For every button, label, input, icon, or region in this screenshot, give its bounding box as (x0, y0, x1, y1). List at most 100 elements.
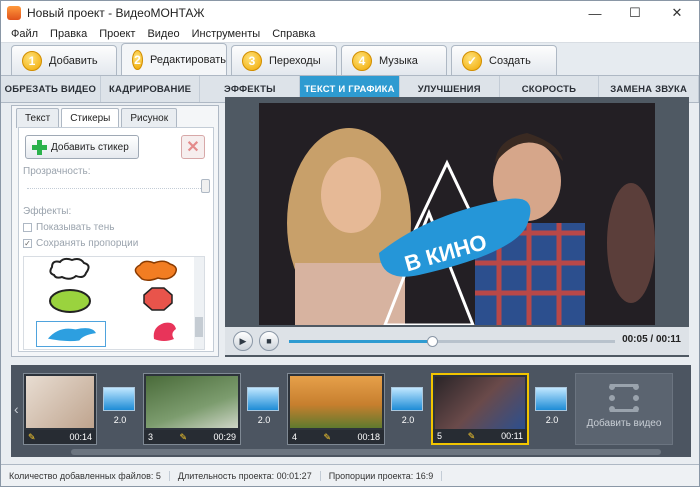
menu-edit[interactable]: Правка (50, 28, 87, 40)
step-number-badge: 4 (352, 50, 372, 71)
menu-bar: Файл Правка Проект Видео Инструменты Спр… (1, 25, 699, 43)
play-icon: ▶ (239, 335, 247, 346)
pencil-icon[interactable]: ✎ (28, 432, 36, 443)
add-video-label: Добавить видео (586, 418, 662, 429)
seek-bar-progress (289, 340, 433, 343)
effects-label: Эффекты: (23, 206, 72, 217)
preview-frame: В КИНО (259, 103, 655, 325)
clip-thumbnail (26, 376, 94, 428)
clip-4[interactable]: 4 ✎ 00:18 (287, 373, 385, 445)
seek-bar[interactable] (289, 336, 615, 347)
sticker-gallery (23, 256, 205, 350)
clip-duration: 00:29 (213, 432, 236, 442)
scroll-left-icon[interactable]: ‹ (14, 401, 19, 417)
transition-3[interactable]: 2.0 (391, 387, 425, 431)
transparency-slider-thumb[interactable] (201, 179, 210, 193)
step-edit[interactable]: 2 Редактировать (121, 43, 227, 75)
keep-proportions-checkbox[interactable]: ✓ Сохранять пропорции (23, 238, 138, 249)
status-bar: Количество добавленных файлов: 5 Длитель… (1, 464, 699, 486)
transition-4[interactable]: 2.0 (535, 387, 569, 431)
playback-controls: ▶ ■ 00:05 / 00:11 (225, 327, 689, 355)
clip-1[interactable]: ✎ 00:14 (23, 373, 97, 445)
transition-thumbnail (103, 387, 135, 411)
add-sticker-button[interactable]: Добавить стикер (25, 135, 139, 159)
checkbox-box (23, 223, 32, 232)
clip-number: 4 (292, 432, 298, 442)
step-music[interactable]: 4 Музыка (341, 45, 447, 75)
show-shadow-label: Показывать тень (36, 222, 115, 233)
clip-5-selected[interactable]: 5 ✎ 00:11 (431, 373, 529, 445)
menu-file[interactable]: Файл (11, 28, 38, 40)
clip-footer: ✎ 00:14 (24, 430, 96, 444)
pencil-icon[interactable]: ✎ (179, 432, 187, 443)
step-transitions[interactable]: 3 Переходы (231, 45, 337, 75)
timeline-scrollbar[interactable] (71, 449, 661, 455)
delete-sticker-button[interactable]: ✕ (181, 135, 205, 159)
sticker-cloud-white[interactable] (46, 257, 94, 281)
transition-duration: 2.0 (113, 415, 127, 425)
sticker-octagon-red[interactable] (134, 287, 182, 311)
transition-duration: 2.0 (257, 415, 271, 425)
pencil-icon[interactable]: ✎ (323, 432, 331, 443)
checkmark-icon: ✓ (23, 239, 32, 248)
tab-text[interactable]: Текст (16, 108, 60, 128)
clip-duration: 00:18 (357, 432, 380, 442)
gallery-scrollbar[interactable] (194, 257, 204, 349)
sticker-options: Добавить стикер ✕ Прозрачность: Эффекты:… (18, 127, 214, 352)
menu-help[interactable]: Справка (272, 28, 315, 40)
step-add[interactable]: 1 Добавить (11, 45, 117, 75)
app-icon (7, 6, 21, 20)
step-create[interactable]: ✓ Создать (451, 45, 557, 75)
tab-drawing[interactable]: Рисунок (121, 108, 178, 128)
sticker-brush-blue-selected[interactable] (36, 321, 106, 347)
play-button[interactable]: ▶ (233, 331, 253, 351)
sticker-brush-pink[interactable] (140, 319, 188, 343)
time-readout: 00:05 / 00:11 (622, 334, 681, 345)
transition-2[interactable]: 2.0 (247, 387, 281, 431)
transition-duration: 2.0 (401, 415, 415, 425)
menu-tools[interactable]: Инструменты (192, 28, 261, 40)
workflow-steps: 1 Добавить 2 Редактировать 3 Переходы 4 Музы… (1, 43, 699, 75)
panel-tabs: Текст Стикеры Рисунок (12, 108, 218, 128)
transition-duration: 2.0 (545, 415, 559, 425)
title-bar: Новый проект - ВидеоМОНТАЖ — ☐ ✕ (1, 1, 699, 25)
tab-crop[interactable]: КАДРИРОВАНИЕ (101, 76, 201, 102)
preview-image: В КИНО (259, 103, 655, 325)
show-shadow-checkbox[interactable]: Показывать тень (23, 222, 114, 233)
menu-video[interactable]: Видео (147, 28, 179, 40)
close-button[interactable]: ✕ (655, 1, 699, 25)
tab-stickers[interactable]: Стикеры (61, 108, 120, 128)
video-preview: В КИНО ▶ ■ 00:05 / 00:11 (225, 97, 689, 357)
stop-button[interactable]: ■ (259, 331, 279, 351)
transition-thumbnail (391, 387, 423, 411)
add-video-button[interactable]: Добавить видео (575, 373, 673, 445)
status-aspect-ratio: Пропорции проекта: 16:9 (321, 470, 443, 481)
delete-x-icon: ✕ (186, 139, 200, 156)
sticker-speech-green[interactable] (46, 289, 94, 313)
step-label: Добавить (49, 54, 98, 67)
transition-1[interactable]: 2.0 (103, 387, 137, 431)
status-duration: Длительность проекта: 00:01:27 (170, 470, 321, 481)
transparency-slider[interactable] (27, 188, 203, 190)
sticker-cloud-orange[interactable] (132, 259, 180, 283)
menu-project[interactable]: Проект (99, 28, 135, 40)
sticker-panel: Текст Стикеры Рисунок Добавить стикер ✕ … (11, 105, 219, 357)
clip-3[interactable]: 3 ✎ 00:29 (143, 373, 241, 445)
step-label: Переходы (269, 54, 321, 67)
clip-footer: 4 ✎ 00:18 (288, 430, 384, 444)
pencil-icon[interactable]: ✎ (468, 431, 476, 442)
step-label: Редактировать (150, 53, 226, 66)
gallery-scrollbar-thumb[interactable] (195, 317, 203, 337)
transition-thumbnail (535, 387, 567, 411)
storyboard: ‹ ✎ 00:14 2.0 3 ✎ 00:29 2.0 4 ✎ 00:18 2.0 5 ✎ 0… (11, 365, 691, 457)
seek-bar-thumb[interactable] (427, 336, 439, 347)
minimize-button[interactable]: — (575, 1, 615, 25)
plus-icon (32, 139, 47, 155)
maximize-button[interactable]: ☐ (615, 1, 655, 25)
transparency-label: Прозрачность: (23, 166, 91, 177)
stop-icon: ■ (266, 336, 272, 346)
tab-trim-video[interactable]: ОБРЕЗАТЬ ВИДЕО (1, 76, 101, 102)
status-files-count: Количество добавленных файлов: 5 (1, 470, 170, 481)
step-number-badge: 3 (242, 50, 262, 71)
clip-duration: 00:14 (69, 432, 92, 442)
